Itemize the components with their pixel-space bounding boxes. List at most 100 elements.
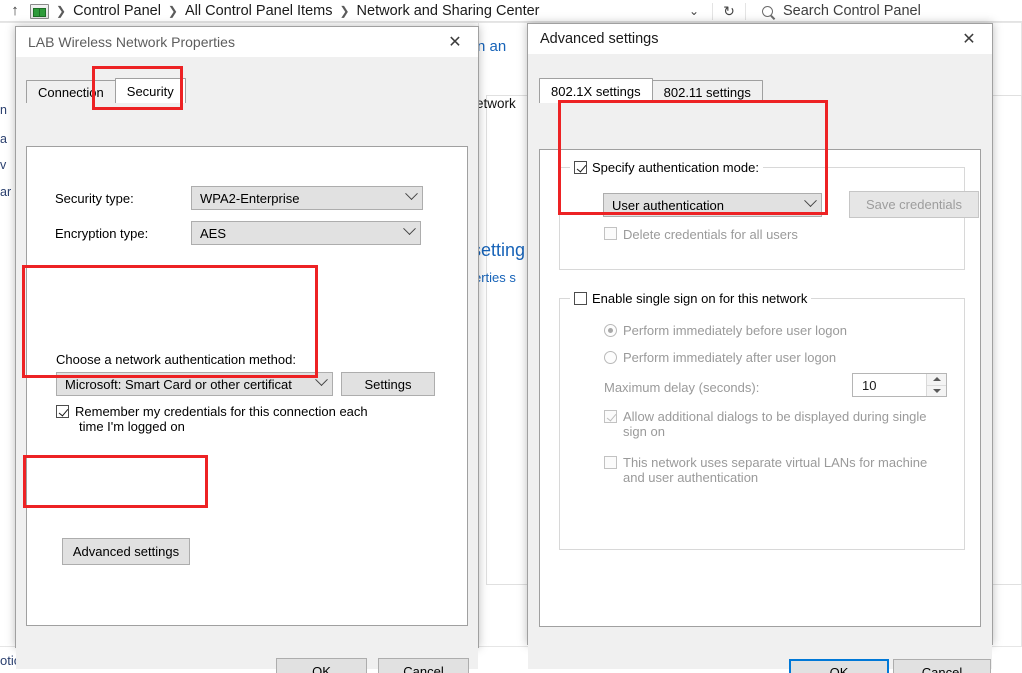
save-credentials-button-label: Save credentials: [865, 197, 963, 212]
breadcrumb-item-network-sharing[interactable]: Network and Sharing Center: [357, 3, 540, 19]
settings-button-label: Settings: [364, 376, 412, 392]
tab-list: 802.1X settings 802.11 settings: [528, 77, 992, 103]
refresh-icon[interactable]: ↻: [712, 2, 746, 20]
close-icon[interactable]: ✕: [432, 27, 478, 57]
radio-after-logon-label: Perform immediately after user logon: [623, 350, 837, 365]
advanced-settings-button[interactable]: Advanced settings: [62, 538, 190, 565]
page-title: LAB Wireless Network Properties: [28, 34, 235, 50]
allow-dialogs-line1: Allow additional dialogs to be displayed…: [623, 409, 927, 424]
search-icon: [759, 3, 776, 19]
dialog-title-bar: LAB Wireless Network Properties ✕: [16, 27, 478, 57]
tab-label: Security: [126, 83, 174, 99]
separate-vlans-line2: and user authentication: [623, 470, 759, 485]
remember-credentials-line1: Remember my credentials for this connect…: [75, 404, 368, 419]
ok-button-label: OK: [829, 665, 849, 673]
wireless-network-properties-dialog: LAB Wireless Network Properties ✕ Connec…: [15, 26, 479, 673]
tab-connection[interactable]: Connection: [26, 80, 116, 103]
tab-security[interactable]: Security: [114, 78, 186, 103]
encryption-type-label: Encryption type:: [55, 226, 149, 241]
ok-button-label: OK: [312, 663, 331, 673]
authentication-mode-dropdown[interactable]: User authentication: [603, 193, 822, 217]
stepper-up-icon[interactable]: [927, 374, 946, 385]
breadcrumb-item-all-items[interactable]: All Control Panel Items: [185, 3, 332, 19]
security-type-value: WPA2-Enterprise: [200, 190, 300, 206]
separate-vlans-line1: This network uses separate virtual LANs …: [623, 455, 928, 470]
cancel-button-label: Cancel: [921, 665, 963, 673]
sidebar-fragment[interactable]: v: [0, 158, 6, 172]
cancel-button-label: Cancel: [403, 663, 444, 673]
page-title: Advanced settings: [540, 31, 659, 47]
checkbox-icon[interactable]: [604, 456, 617, 469]
sidebar-fragment[interactable]: n: [0, 103, 7, 117]
content-fragment-heading: n an: [477, 38, 507, 55]
network-sharing-icon: [30, 3, 49, 19]
checkbox-icon[interactable]: [56, 405, 69, 418]
single-sign-on-caption-label: Enable single sign on for this network: [592, 291, 808, 306]
allow-dialogs-checkbox-row[interactable]: Allow additional dialogs to be displayed…: [604, 409, 944, 439]
advanced-settings-button-label: Advanced settings: [72, 544, 180, 559]
chevron-down-icon[interactable]: ⌄: [676, 4, 712, 18]
radio-icon[interactable]: [604, 324, 617, 337]
breadcrumb-separator: ❯: [339, 4, 350, 18]
checkbox-icon[interactable]: [574, 292, 587, 305]
checkbox-icon[interactable]: [574, 161, 587, 174]
cancel-button[interactable]: Cancel: [378, 658, 469, 673]
security-tab-panel: Security type: WPA2-Enterprise Encryptio…: [26, 146, 468, 626]
authentication-mode-group: Specify authentication mode: User authen…: [559, 160, 979, 270]
breadcrumb-item-control-panel[interactable]: Control Panel: [73, 3, 161, 19]
tab-8021x-settings[interactable]: 802.1X settings: [539, 78, 653, 103]
auth-method-label: Choose a network authentication method:: [56, 352, 296, 367]
tab-list: Connection Security: [16, 77, 478, 103]
auth-method-value: Microsoft: Smart Card or other certifica…: [65, 376, 292, 392]
tab-label: 802.11 settings: [663, 84, 751, 100]
sidebar-fragment[interactable]: ar: [0, 185, 11, 199]
screen: ↑ ❯ Control Panel ❯ All Control Panel It…: [0, 0, 1022, 673]
settings-button[interactable]: Settings: [341, 372, 435, 396]
chevron-down-icon: [310, 373, 332, 390]
breadcrumb-separator: ❯: [167, 4, 178, 18]
allow-dialogs-label: Allow additional dialogs to be displayed…: [623, 409, 927, 439]
radio-after-logon-row[interactable]: Perform immediately after user logon: [604, 350, 836, 365]
advanced-settings-dialog: Advanced settings ✕ 802.1X settings 802.…: [527, 23, 993, 673]
radio-icon[interactable]: [604, 351, 617, 364]
checkbox-icon[interactable]: [604, 227, 617, 240]
chevron-down-icon: [400, 187, 422, 204]
tab-label: 802.1X settings: [551, 83, 641, 99]
remember-credentials-line2: time I'm logged on: [79, 419, 185, 434]
sidebar-fragment[interactable]: a: [0, 132, 7, 146]
authentication-mode-caption-label: Specify authentication mode:: [592, 160, 759, 175]
breadcrumb-separator: ❯: [56, 4, 67, 18]
ok-button[interactable]: OK: [276, 658, 367, 673]
max-delay-label: Maximum delay (seconds):: [604, 380, 760, 395]
save-credentials-button[interactable]: Save credentials: [849, 191, 979, 218]
cancel-button[interactable]: Cancel: [893, 659, 991, 673]
checkbox-icon[interactable]: [604, 410, 617, 423]
stepper-buttons[interactable]: [926, 374, 946, 396]
separate-vlans-checkbox-row[interactable]: This network uses separate virtual LANs …: [604, 455, 944, 485]
max-delay-stepper[interactable]: 10: [852, 373, 947, 397]
single-sign-on-group: Enable single sign on for this network P…: [559, 291, 965, 550]
radio-before-logon-label: Perform immediately before user logon: [623, 323, 847, 338]
ok-button[interactable]: OK: [789, 659, 889, 673]
content-fragment-settings-link[interactable]: setting: [472, 240, 525, 261]
max-delay-value[interactable]: 10: [853, 374, 926, 396]
chevron-down-icon: [398, 222, 420, 239]
delete-credentials-label: Delete credentials for all users: [623, 227, 798, 242]
up-arrow-icon[interactable]: ↑: [6, 1, 24, 21]
close-icon[interactable]: ✕: [946, 24, 992, 54]
search-input[interactable]: Search Control Panel: [746, 0, 1022, 22]
delete-credentials-checkbox-row[interactable]: Delete credentials for all users: [604, 227, 798, 242]
remember-credentials-checkbox-row[interactable]: Remember my credentials for this connect…: [56, 404, 416, 434]
tab-80211-settings[interactable]: 802.11 settings: [651, 80, 763, 103]
radio-before-logon-row[interactable]: Perform immediately before user logon: [604, 323, 847, 338]
stepper-down-icon[interactable]: [927, 384, 946, 396]
single-sign-on-caption[interactable]: Enable single sign on for this network: [570, 291, 812, 306]
authentication-mode-value: User authentication: [612, 197, 725, 213]
security-type-dropdown[interactable]: WPA2-Enterprise: [191, 186, 423, 210]
encryption-type-dropdown[interactable]: AES: [191, 221, 421, 245]
chevron-down-icon: [799, 194, 821, 211]
authentication-mode-caption[interactable]: Specify authentication mode:: [570, 160, 763, 175]
dialog-body: Connection Security Security type: WPA2-…: [16, 77, 478, 673]
auth-method-dropdown[interactable]: Microsoft: Smart Card or other certifica…: [56, 372, 333, 396]
tab-label: Connection: [38, 84, 104, 100]
